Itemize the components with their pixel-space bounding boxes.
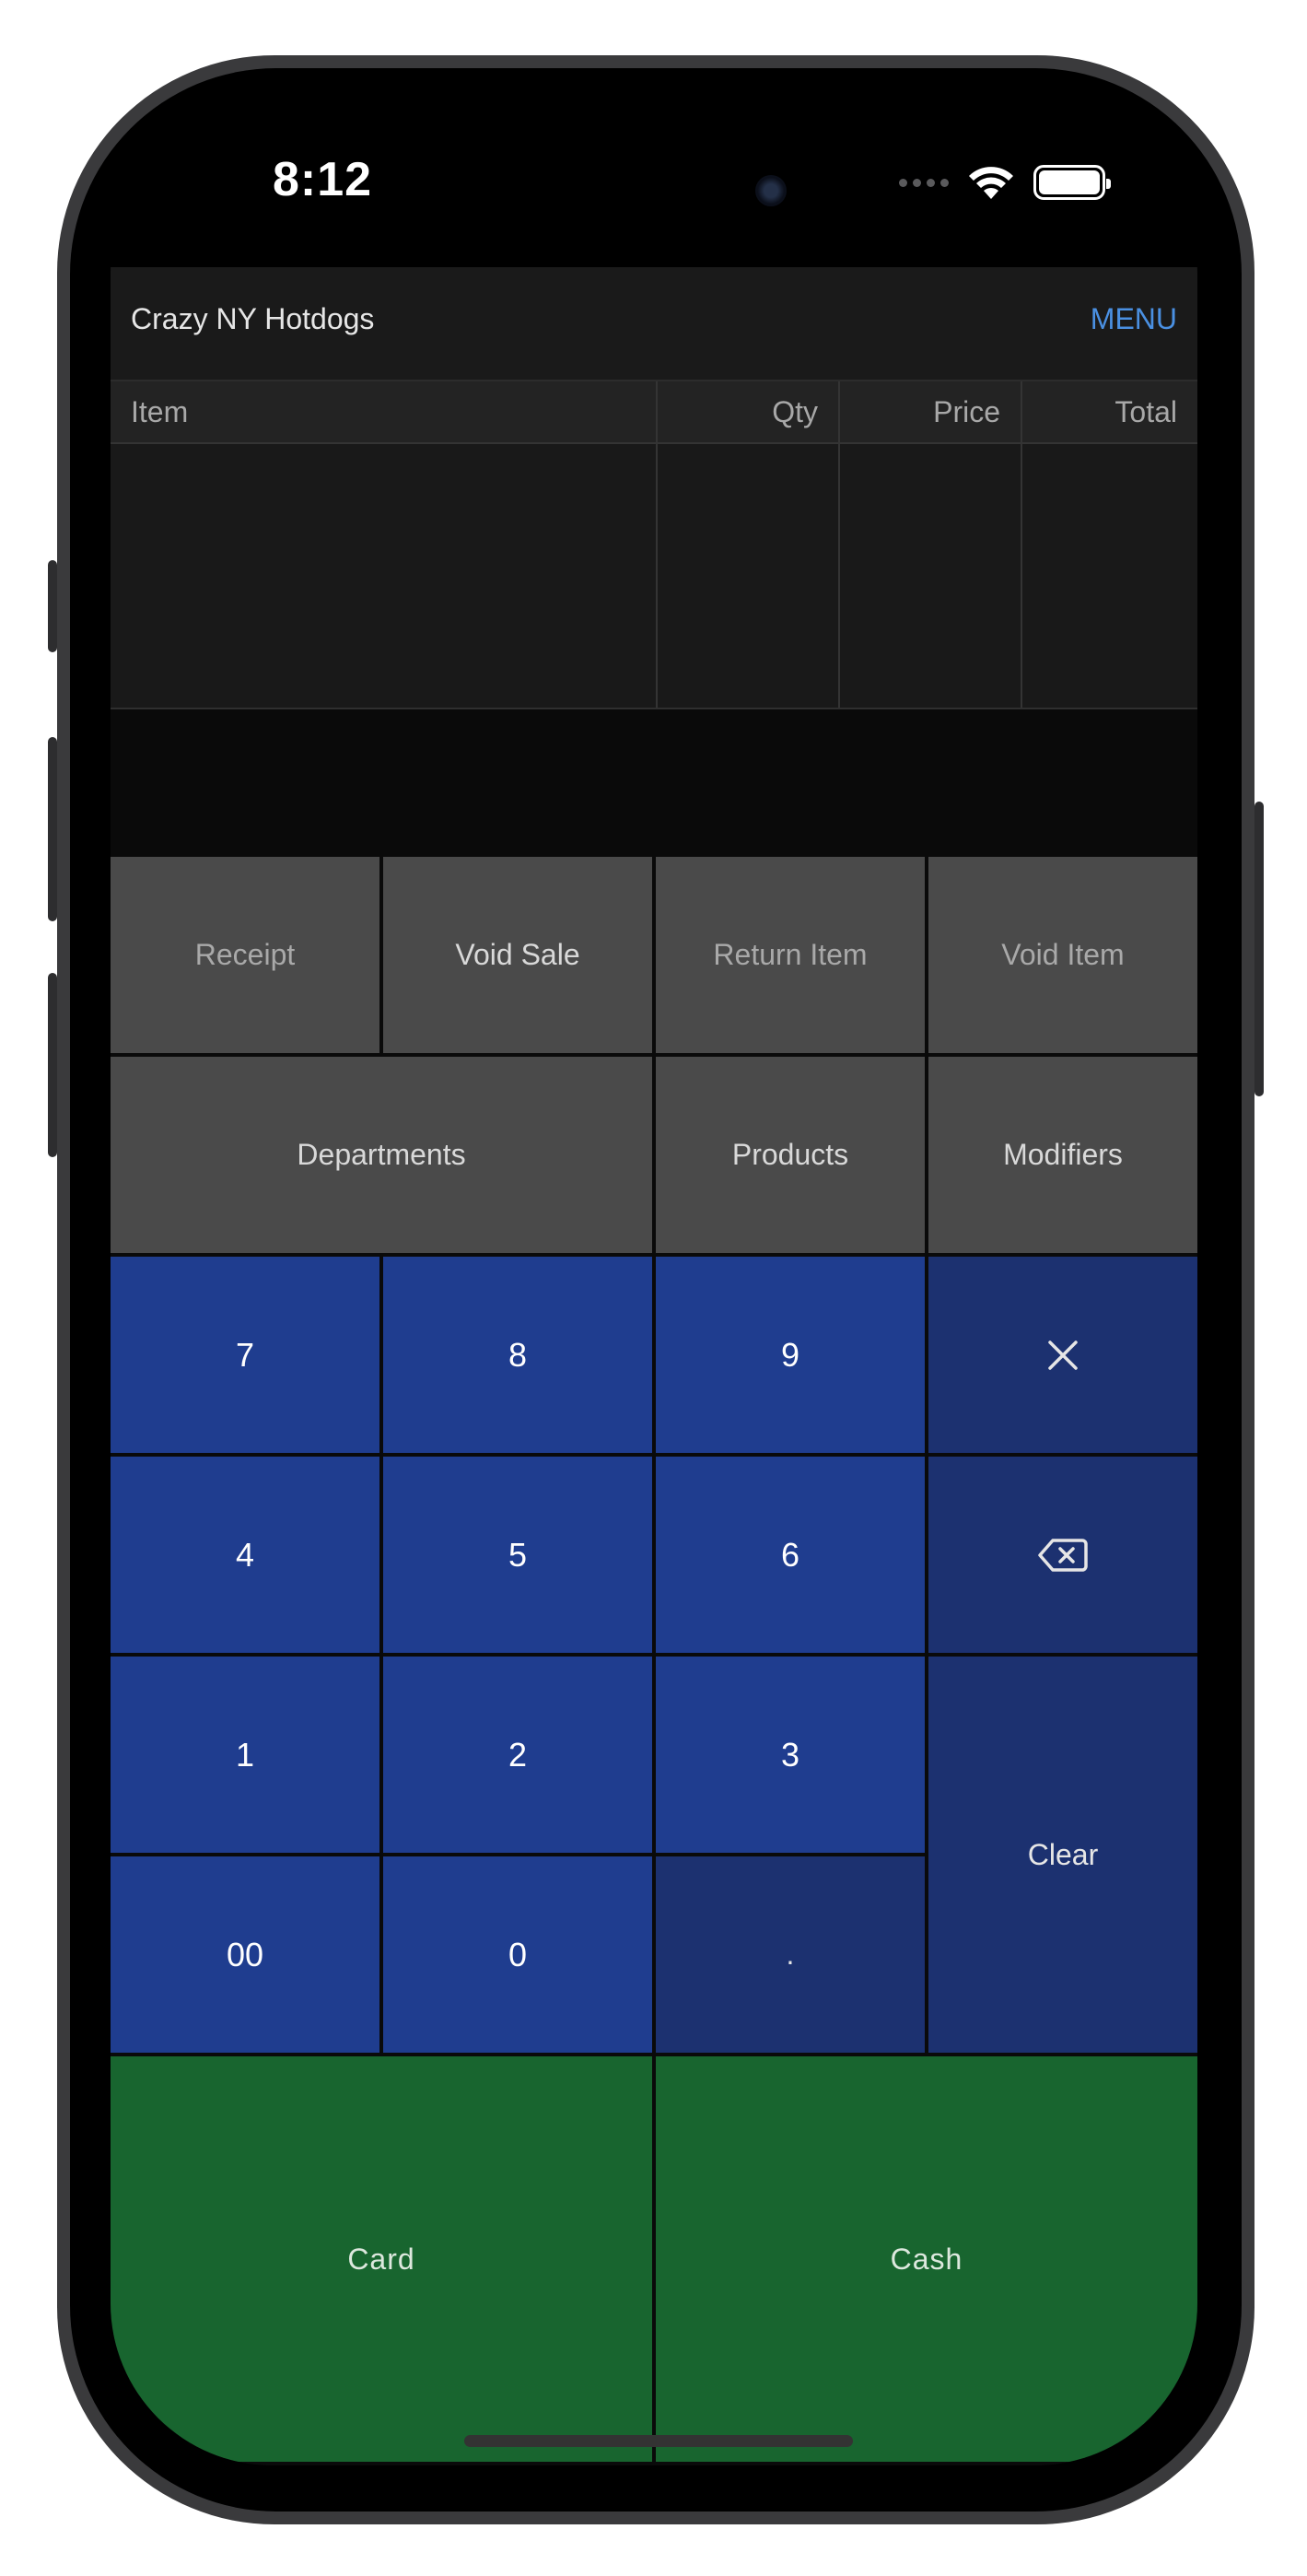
void-item-button[interactable]: Void Item (928, 857, 1197, 1053)
products-button[interactable]: Products (656, 1057, 925, 1253)
departments-button[interactable]: Departments (111, 1057, 652, 1253)
multiply-icon (1048, 1340, 1078, 1370)
void-sale-button[interactable]: Void Sale (383, 857, 652, 1053)
store-title: Crazy NY Hotdogs (131, 302, 375, 335)
power-button (1254, 802, 1264, 1096)
status-indicators (899, 162, 1111, 203)
price-column (840, 444, 1022, 708)
cash-payment-button[interactable]: Cash (656, 2056, 1197, 2462)
column-header-price: Price (840, 381, 1022, 442)
multiply-button[interactable] (928, 1257, 1197, 1453)
key-9[interactable]: 9 (656, 1257, 925, 1453)
key-3[interactable]: 3 (656, 1657, 925, 1853)
pos-keypad: Receipt Void Sale Return Item Void Item … (111, 857, 1197, 2465)
screen: 8:12 Crazy NY Hotdogs MENU Item Qty Pric… (111, 111, 1197, 2465)
wifi-icon (969, 167, 1013, 199)
menu-button[interactable]: MENU (1091, 302, 1177, 336)
key-2[interactable]: 2 (383, 1657, 652, 1853)
nav-bar: Crazy NY Hotdogs MENU (111, 267, 1197, 381)
clear-button[interactable]: Clear (928, 1657, 1197, 2053)
backspace-icon (1038, 1538, 1088, 1572)
qty-column (658, 444, 840, 708)
status-time: 8:12 (272, 153, 373, 206)
key-0[interactable]: 0 (383, 1856, 652, 2053)
key-5[interactable]: 5 (383, 1457, 652, 1653)
key-1[interactable]: 1 (111, 1657, 379, 1853)
column-header-total: Total (1114, 395, 1177, 428)
card-payment-button[interactable]: Card (111, 2056, 652, 2462)
return-item-button[interactable]: Return Item (656, 857, 925, 1053)
key-decimal[interactable]: . (656, 1856, 925, 2053)
volume-down-button (48, 973, 57, 1157)
cellular-signal-icon (899, 178, 949, 187)
receipt-button[interactable]: Receipt (111, 857, 379, 1053)
modifiers-button[interactable]: Modifiers (928, 1057, 1197, 1253)
action-button (48, 560, 57, 652)
key-6[interactable]: 6 (656, 1457, 925, 1653)
camera-icon (755, 175, 787, 206)
sale-items-table: Item Qty Price Total (111, 381, 1197, 709)
table-body[interactable] (111, 444, 1197, 708)
pos-app: Crazy NY Hotdogs MENU Item Qty Price Tot… (111, 267, 1197, 2465)
key-4[interactable]: 4 (111, 1457, 379, 1653)
dynamic-island (481, 138, 827, 243)
backspace-button[interactable] (928, 1457, 1197, 1653)
total-column (1022, 444, 1197, 708)
column-header-qty: Qty (658, 381, 840, 442)
table-header: Item Qty Price Total (111, 381, 1197, 444)
battery-icon (1033, 165, 1111, 200)
key-7[interactable]: 7 (111, 1257, 379, 1453)
key-00[interactable]: 00 (111, 1856, 379, 2053)
item-column (111, 444, 658, 708)
column-header-item: Item (111, 381, 658, 442)
volume-up-button (48, 737, 57, 921)
home-indicator[interactable] (464, 2435, 853, 2447)
key-8[interactable]: 8 (383, 1257, 652, 1453)
